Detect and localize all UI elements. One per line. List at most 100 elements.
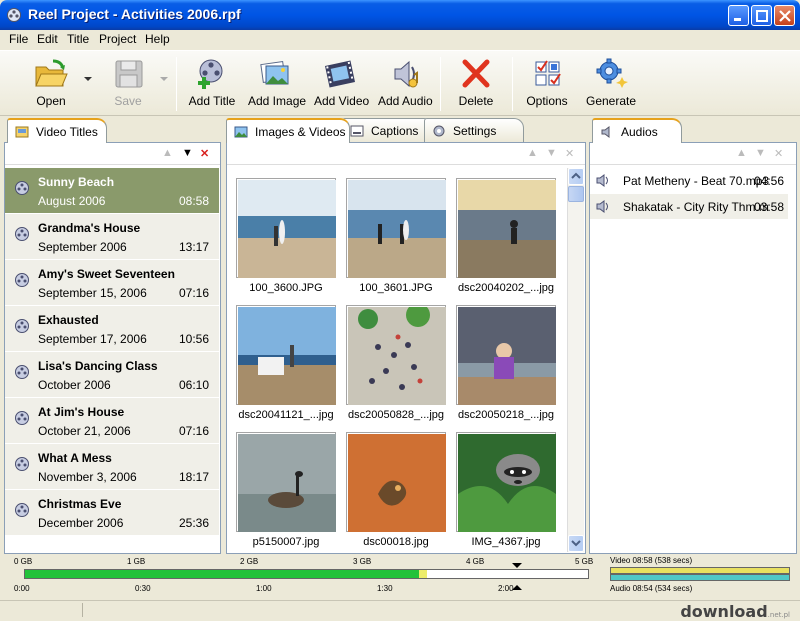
film-reel-icon bbox=[15, 227, 29, 241]
speaker-icon bbox=[596, 174, 608, 187]
move-up-icon[interactable]: ▲ bbox=[527, 147, 538, 159]
settings-tab-icon bbox=[433, 125, 445, 137]
image-thumbnail[interactable] bbox=[346, 178, 446, 278]
toolbar-separator bbox=[440, 57, 441, 111]
menu-help[interactable]: Help bbox=[145, 32, 170, 46]
gb-tick-label: 1 GB bbox=[127, 557, 146, 566]
video-title-duration: 07:16 bbox=[178, 424, 209, 438]
video-title-duration: 13:17 bbox=[178, 240, 209, 254]
video-title-item[interactable]: Lisa's Dancing Class October 2006 06:10 bbox=[5, 352, 219, 398]
audio-item[interactable]: Shakatak - City Rity Thm.m 03:58 bbox=[590, 194, 788, 219]
scroll-down-button[interactable] bbox=[568, 535, 584, 552]
video-title-item[interactable]: Christmas Eve December 2006 25:36 bbox=[5, 490, 219, 536]
move-up-icon[interactable]: ▲ bbox=[736, 147, 747, 159]
delete-button[interactable]: Delete bbox=[454, 57, 498, 113]
add-title-label: Add Title bbox=[188, 94, 236, 108]
tab-images-videos[interactable]: Images & Videos bbox=[226, 118, 350, 143]
save-button[interactable]: Save bbox=[106, 57, 150, 113]
video-title-item[interactable]: At Jim's House October 21, 2006 07:16 bbox=[5, 398, 219, 444]
image-thumbnail[interactable] bbox=[346, 432, 446, 532]
tab-audios[interactable]: Audios bbox=[592, 118, 682, 143]
menu-edit[interactable]: Edit bbox=[37, 32, 58, 46]
video-title-tab-icon bbox=[15, 126, 29, 138]
save-dropdown-arrow-icon[interactable] bbox=[160, 77, 168, 81]
menu-file[interactable]: File bbox=[9, 32, 28, 46]
remove-media-icon[interactable]: ✕ bbox=[565, 147, 574, 160]
video-title-name: Sunny Beach bbox=[38, 175, 115, 189]
gear-icon bbox=[596, 58, 628, 88]
photo-preview-icon bbox=[348, 307, 446, 405]
captions-tab-icon bbox=[350, 125, 364, 137]
delete-x-icon bbox=[462, 59, 490, 88]
tab-video-titles[interactable]: Video Titles bbox=[7, 118, 107, 143]
video-title-name: Lisa's Dancing Class bbox=[38, 359, 158, 373]
scroll-up-button[interactable] bbox=[568, 168, 584, 185]
remove-audio-icon[interactable]: ✕ bbox=[774, 147, 783, 160]
scroll-down-arrow-icon bbox=[571, 540, 581, 547]
picture-icon bbox=[260, 60, 289, 85]
minimize-button[interactable] bbox=[728, 5, 749, 26]
add-title-button[interactable]: Add Title bbox=[186, 57, 238, 113]
video-title-item[interactable]: Grandma's House September 2006 13:17 bbox=[5, 214, 219, 260]
image-thumbnail[interactable] bbox=[236, 178, 336, 278]
film-reel-icon bbox=[15, 457, 29, 471]
audio-item[interactable]: Pat Metheny - Beat 70.mp3 04:56 bbox=[590, 168, 788, 193]
image-thumbnail[interactable] bbox=[456, 178, 556, 278]
image-filename: p5150007.jpg bbox=[252, 536, 320, 548]
tab-captions[interactable]: Captions bbox=[342, 118, 434, 142]
video-title-item[interactable]: Exhausted September 17, 2006 10:56 bbox=[5, 306, 219, 352]
image-thumbnail[interactable] bbox=[346, 305, 446, 405]
remove-title-icon[interactable]: ✕ bbox=[200, 147, 209, 160]
generate-button[interactable]: Generate bbox=[586, 57, 636, 113]
video-title-duration: 07:16 bbox=[178, 286, 209, 300]
image-thumbnail[interactable] bbox=[236, 305, 336, 405]
toolbar-separator bbox=[512, 57, 513, 111]
video-title-name: At Jim's House bbox=[38, 405, 125, 419]
add-image-button[interactable]: Add Image bbox=[248, 57, 306, 113]
maximize-button[interactable] bbox=[751, 5, 772, 26]
move-down-icon[interactable]: ▼ bbox=[755, 147, 766, 159]
video-title-date: August 2006 bbox=[38, 194, 106, 208]
add-audio-button[interactable]: Add Audio bbox=[378, 57, 433, 113]
menu-title[interactable]: Title bbox=[67, 32, 89, 46]
image-thumbnail[interactable] bbox=[236, 432, 336, 532]
gb-tick-label: 4 GB bbox=[466, 557, 485, 566]
audio-name: Pat Metheny - Beat 70.mp3 bbox=[623, 174, 770, 188]
image-filename: dsc20050828_...jpg bbox=[347, 409, 445, 421]
menu-project[interactable]: Project bbox=[99, 32, 136, 46]
audio-duration-bar bbox=[610, 574, 790, 581]
open-label: Open bbox=[36, 94, 66, 108]
video-title-date: November 3, 2006 bbox=[38, 470, 137, 484]
video-title-item[interactable]: Sunny Beach August 2006 08:58 bbox=[5, 168, 219, 214]
video-title-item[interactable]: What A Mess November 3, 2006 18:17 bbox=[5, 444, 219, 490]
move-up-icon[interactable]: ▲ bbox=[162, 147, 173, 159]
tab-settings[interactable]: Settings bbox=[424, 118, 524, 142]
tab-audios-label: Audios bbox=[621, 125, 658, 139]
move-down-icon[interactable]: ▼ bbox=[182, 147, 193, 159]
video-title-item[interactable]: Amy's Sweet Seventeen September 15, 2006 0… bbox=[5, 260, 219, 306]
thumbnails-scrollbar[interactable] bbox=[567, 168, 584, 552]
open-button[interactable]: Open bbox=[28, 57, 74, 113]
film-reel-icon bbox=[15, 319, 29, 333]
image-filename: 100_3601.JPG bbox=[359, 282, 433, 294]
open-dropdown-arrow-icon[interactable] bbox=[84, 77, 92, 81]
video-title-date: December 2006 bbox=[38, 516, 124, 530]
image-thumbnail[interactable] bbox=[456, 432, 556, 532]
add-video-button[interactable]: Add Video bbox=[314, 57, 369, 113]
video-title-duration: 25:36 bbox=[178, 516, 209, 530]
maximize-icon bbox=[756, 10, 768, 22]
video-title-date: September 15, 2006 bbox=[38, 286, 147, 300]
film-reel-add-icon bbox=[198, 59, 223, 89]
video-title-duration: 06:10 bbox=[178, 378, 209, 392]
image-thumbnail[interactable] bbox=[456, 305, 556, 405]
options-button[interactable]: Options bbox=[524, 57, 570, 113]
move-down-icon[interactable]: ▼ bbox=[546, 147, 557, 159]
photo-preview-icon bbox=[458, 180, 556, 278]
audio-duration: 04:56 bbox=[753, 174, 784, 188]
audio-duration-label: Audio 08:54 (534 secs) bbox=[610, 584, 693, 593]
close-button[interactable] bbox=[774, 5, 795, 26]
status-divider bbox=[82, 603, 83, 617]
title-bar[interactable]: Reel Project - Activities 2006.rpf bbox=[0, 0, 800, 30]
scroll-thumb[interactable] bbox=[568, 186, 584, 202]
floppy-disk-icon bbox=[115, 60, 143, 88]
